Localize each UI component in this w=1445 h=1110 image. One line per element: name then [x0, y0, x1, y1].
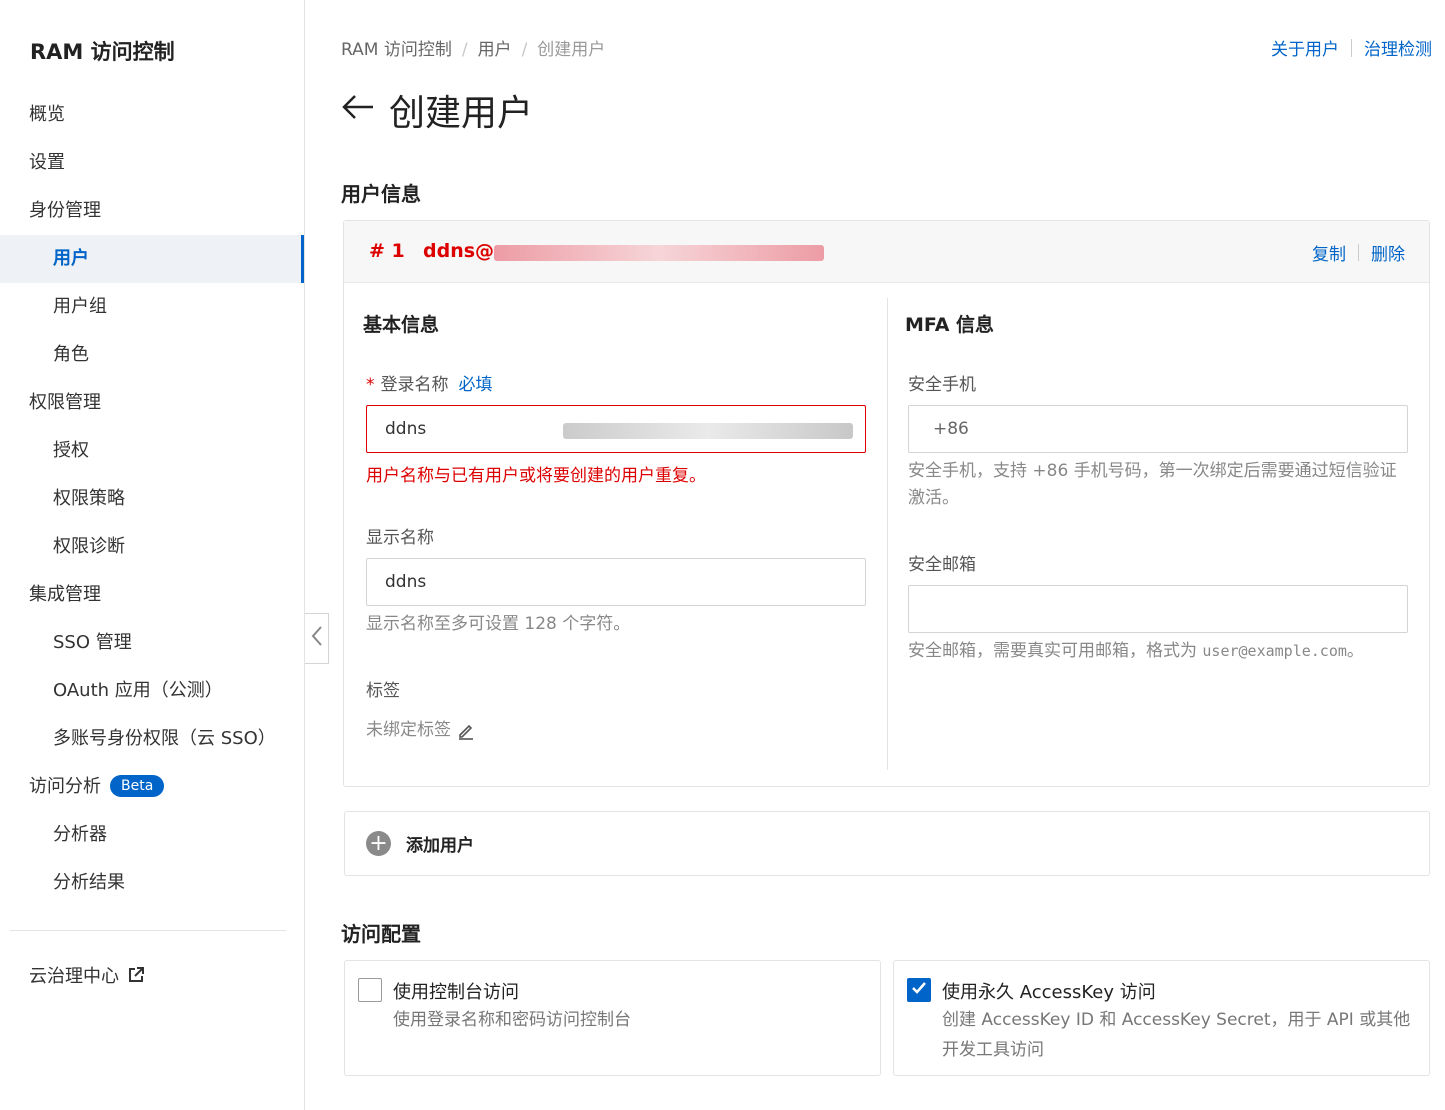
tags-value-text: 未绑定标签 [366, 720, 451, 740]
breadcrumb-current: 创建用户 [537, 40, 606, 60]
tags-label: 标签 [366, 681, 400, 701]
mfa-info-title: MFA 信息 [905, 314, 995, 336]
sidebar-item-diagnosis[interactable]: 权限诊断 [0, 523, 304, 571]
sidebar-item-policies[interactable]: 权限策略 [0, 475, 304, 523]
phone-help: 安全手机，支持 +86 手机号码，第一次绑定后需要通过短信验证激活。 [908, 461, 1397, 508]
delete-user-link[interactable]: 删除 [1371, 240, 1405, 265]
user-index: # 1 [369, 240, 405, 262]
login-name-label: * 登录名称 必填 [366, 370, 493, 395]
access-config-title: 访问配置 [341, 922, 421, 946]
chevron-left-icon [311, 625, 323, 653]
sidebar-item-roles[interactable]: 角色 [0, 331, 304, 379]
email-input[interactable] [908, 585, 1408, 633]
email-label: 安全邮箱 [908, 555, 976, 575]
accesskey-access-title: 使用永久 AccessKey 访问 [942, 982, 1156, 1003]
accesskey-desc-line1: 创建 AccessKey ID 和 AccessKey Secret，用于 AP… [942, 1010, 1411, 1030]
sidebar-item-users[interactable]: 用户 [0, 235, 304, 283]
arrow-left-icon[interactable] [341, 91, 375, 129]
sidebar: RAM 访问控制 概览 设置 身份管理 用户 用户组 角色 权限管理 授权 权限… [0, 0, 305, 1110]
console-access-title: 使用控制台访问 [393, 982, 519, 1003]
sidebar-item-settings[interactable]: 设置 [0, 139, 304, 187]
email-help-suffix: 。 [1346, 641, 1364, 661]
external-link-icon [127, 955, 145, 1003]
console-access-checkbox[interactable] [358, 978, 382, 1002]
sidebar-item-cloud-sso[interactable]: 多账号身份权限（云 SSO） [0, 715, 304, 763]
accesskey-access-option[interactable]: 使用永久 AccessKey 访问 创建 AccessKey ID 和 Acce… [893, 960, 1430, 1076]
required-mark: * [366, 375, 375, 395]
user-card-header: # 1 ddns@ 复制 删除 [344, 221, 1429, 283]
plus-circle-icon: + [366, 831, 391, 856]
column-divider [887, 298, 888, 770]
display-name-help: 显示名称至多可设置 128 个字符。 [366, 614, 631, 634]
user-info-title: 用户信息 [341, 182, 421, 206]
sidebar-item-grants[interactable]: 授权 [0, 427, 304, 475]
sidebar-title: RAM 访问控制 [30, 40, 175, 64]
login-name-value: ddns [385, 419, 427, 439]
accesskey-access-desc: 创建 AccessKey ID 和 AccessKey Secret，用于 AP… [942, 1005, 1410, 1065]
display-name-value: ddns [385, 572, 427, 592]
sidebar-collapse-button[interactable] [305, 613, 329, 664]
redacted-login-suffix [563, 423, 853, 439]
display-name-label: 显示名称 [366, 528, 434, 548]
email-help-prefix: 安全邮箱，需要真实可用邮箱，格式为 [908, 641, 1203, 661]
login-name-input[interactable]: ddns [366, 405, 866, 453]
sidebar-item-label: 云治理中心 [29, 966, 119, 987]
edit-icon[interactable] [457, 722, 475, 740]
accesskey-desc-line2: 开发工具访问 [942, 1040, 1044, 1060]
redacted-domain [494, 245, 824, 261]
email-help: 安全邮箱，需要真实可用邮箱，格式为 user@example.com。 [908, 638, 1364, 665]
sidebar-item-access-analysis[interactable]: 访问分析 Beta [0, 763, 304, 811]
basic-info-title: 基本信息 [363, 314, 440, 336]
governance-check-link[interactable]: 治理检测 [1364, 35, 1432, 60]
sidebar-item-analyzer[interactable]: 分析器 [0, 811, 304, 859]
user-card-username: ddns@ [423, 240, 495, 262]
accesskey-access-checkbox[interactable] [907, 978, 931, 1002]
required-hint: 必填 [458, 375, 493, 395]
sidebar-item-user-groups[interactable]: 用户组 [0, 283, 304, 331]
add-user-label: 添加用户 [406, 836, 474, 856]
cloud-governance-link[interactable]: 云治理中心 [0, 953, 304, 1001]
sidebar-item-integration[interactable]: 集成管理 [0, 571, 304, 619]
tags-value: 未绑定标签 [366, 717, 475, 744]
sidebar-item-sso[interactable]: SSO 管理 [0, 619, 304, 667]
about-users-link[interactable]: 关于用户 [1271, 35, 1339, 60]
page-title-text: 创建用户 [389, 93, 534, 134]
copy-user-link[interactable]: 复制 [1312, 240, 1346, 265]
breadcrumb: RAM 访问控制 / 用户 / 创建用户 [341, 40, 606, 60]
sidebar-item-oauth[interactable]: OAuth 应用（公测） [0, 667, 304, 715]
sidebar-item-identity[interactable]: 身份管理 [0, 187, 304, 235]
console-access-option[interactable]: 使用控制台访问 使用登录名称和密码访问控制台 [344, 960, 881, 1076]
sidebar-item-analysis-results[interactable]: 分析结果 [0, 859, 304, 907]
sidebar-item-label: 访问分析 [29, 776, 101, 797]
sidebar-item-permissions[interactable]: 权限管理 [0, 379, 304, 427]
display-name-input[interactable]: ddns [366, 558, 866, 606]
phone-label: 安全手机 [908, 375, 976, 395]
login-name-label-text: 登录名称 [380, 375, 449, 395]
email-help-example: user@example.com [1202, 642, 1347, 660]
login-name-error: 用户名称与已有用户或将要创建的用户重复。 [366, 466, 706, 486]
sidebar-divider [10, 930, 286, 931]
check-icon [911, 980, 927, 1000]
page-title: 创建用户 [341, 84, 533, 136]
beta-badge: Beta [110, 775, 165, 797]
sidebar-item-overview[interactable]: 概览 [0, 91, 304, 139]
top-links: 关于用户 治理检测 [1271, 35, 1432, 60]
phone-placeholder: +86 [933, 419, 969, 439]
phone-input[interactable]: +86 [908, 405, 1408, 453]
user-card-actions: 复制 删除 [1312, 240, 1405, 265]
breadcrumb-ram[interactable]: RAM 访问控制 [341, 40, 452, 60]
user-card: # 1 ddns@ 复制 删除 基本信息 * 登录名称 必填 ddns 用户名称与已… [343, 220, 1430, 787]
add-user-button[interactable]: + 添加用户 [344, 811, 1430, 876]
console-access-desc: 使用登录名称和密码访问控制台 [393, 1010, 631, 1030]
breadcrumb-users[interactable]: 用户 [478, 40, 512, 60]
